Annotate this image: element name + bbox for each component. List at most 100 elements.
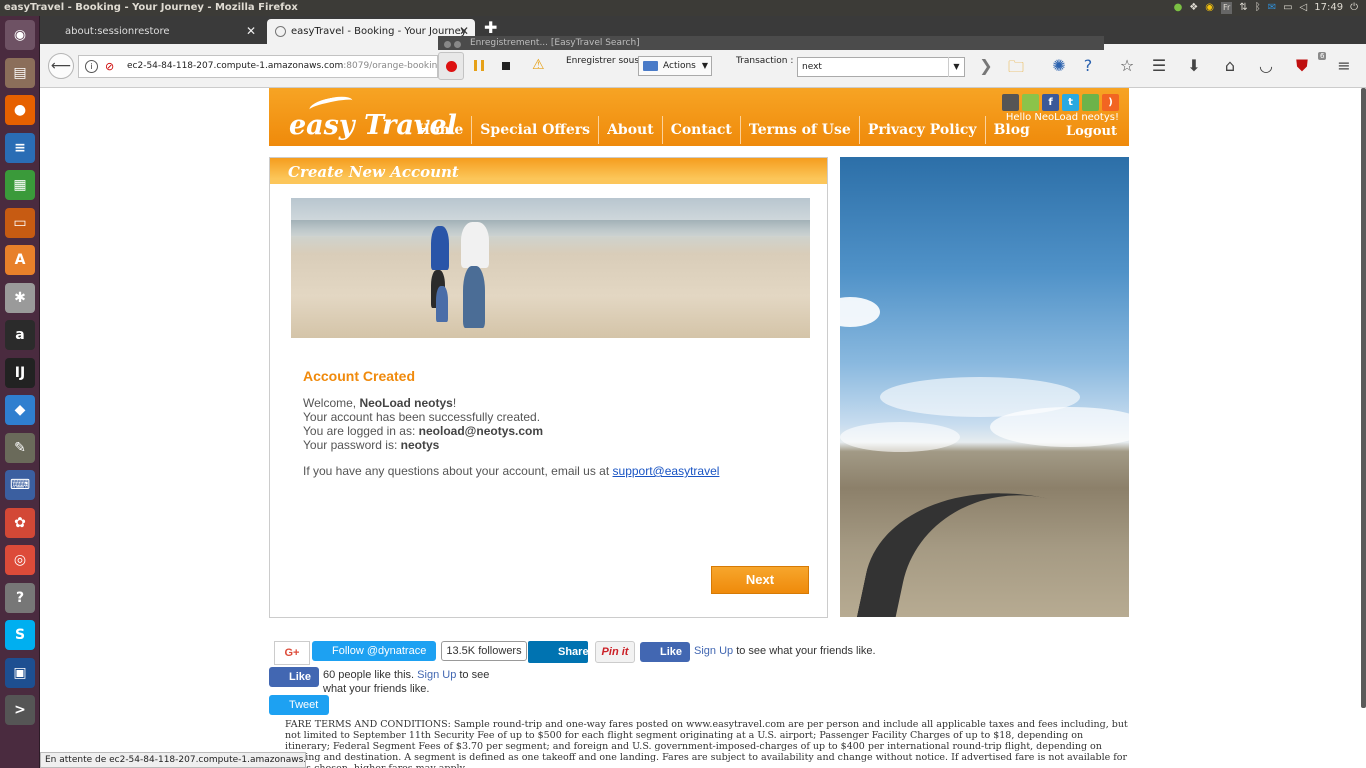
ublock-icon[interactable]: ⛊ [1292, 56, 1312, 76]
facebook-signup-link[interactable]: Sign Up [694, 645, 733, 657]
facebook-icon[interactable]: f [1042, 94, 1059, 111]
tweet-button[interactable]: Tweet [269, 695, 329, 715]
stop-button[interactable] [502, 62, 510, 70]
network-icon[interactable]: ⇅ [1239, 0, 1247, 16]
nav-privacy[interactable]: Privacy Policy [860, 116, 986, 144]
created-text: Your account has been successfully creat… [303, 410, 541, 424]
terminal-icon[interactable]: > [5, 695, 35, 725]
warning-icon[interactable]: ⚠ [532, 57, 545, 73]
picasa-icon[interactable]: ✿ [5, 507, 35, 538]
next-transaction-icon[interactable]: ❯ [976, 56, 996, 75]
menu-icon[interactable]: ≡ [1334, 56, 1354, 75]
close-icon[interactable]: ✕ [246, 19, 256, 44]
web-page: easy Travel Home Special Offers About Co… [40, 88, 1361, 768]
insecure-lock-icon[interactable]: ⊘ [105, 60, 114, 73]
main-nav: Home Special Offers About Contact Terms … [409, 116, 1038, 144]
back-button[interactable]: ⟵ [48, 53, 74, 79]
friends-like-text: what your friends like. [323, 683, 430, 695]
nav-home[interactable]: Home [409, 116, 473, 144]
volume-icon[interactable]: ◁ [1300, 0, 1308, 16]
nav-special-offers[interactable]: Special Offers [472, 116, 600, 144]
home-icon[interactable]: ⌂ [1220, 56, 1240, 75]
skype-icon[interactable]: S [5, 620, 35, 650]
help-icon[interactable]: ? [1078, 56, 1098, 75]
tab-session-restore[interactable]: about:sessionrestore ✕ [40, 19, 262, 44]
neoload-icon[interactable]: ✺ [1049, 56, 1069, 75]
info-icon[interactable]: i [85, 60, 98, 73]
loading-icon [275, 26, 286, 37]
download-icon[interactable]: ⬇ [1184, 56, 1204, 75]
facebook-signup-link-2[interactable]: Sign Up [417, 669, 456, 681]
facebook-like-button[interactable]: Like [640, 642, 690, 662]
chrome-tray-icon[interactable]: ◉ [1205, 0, 1214, 16]
pinterest-button[interactable]: Pin it [595, 641, 635, 663]
share-icon[interactable] [1082, 94, 1099, 111]
actions-select[interactable]: Actions ▼ [638, 56, 712, 76]
battery-icon[interactable]: ▭ [1283, 0, 1292, 16]
new-tab-icon[interactable]: ✚ [484, 18, 497, 37]
share-label: Share [558, 646, 589, 658]
remote-desktop-icon[interactable]: ⌨ [5, 470, 35, 500]
window-controls[interactable] [444, 39, 464, 53]
account-details: Welcome, NeoLoad neotys! Your account ha… [303, 396, 719, 478]
next-button[interactable]: Next [711, 566, 809, 594]
twitter-icon[interactable]: t [1062, 94, 1079, 111]
beach-family-image [291, 198, 810, 338]
page-scrollbar[interactable] [1361, 88, 1366, 708]
dropbox-icon[interactable]: ◆ [5, 395, 35, 425]
logout-link[interactable]: Logout [1066, 124, 1117, 139]
url-host: ec2-54-84-118-207.compute-1.amazonaws.co… [127, 61, 344, 71]
save-as-label: Enregistrer sous : [566, 56, 645, 66]
software-center-icon[interactable]: A [5, 245, 35, 275]
nav-terms[interactable]: Terms of Use [741, 116, 860, 144]
window-title: easyTravel - Booking - Your Journey - Mo… [4, 2, 298, 13]
calc-icon[interactable]: ▦ [5, 170, 35, 200]
settings-icon[interactable]: ✱ [5, 282, 35, 313]
pause-button[interactable] [474, 60, 484, 71]
mail-icon[interactable]: ✉ [1268, 0, 1276, 16]
rss-icon[interactable]: ) [1102, 94, 1119, 111]
firefox-icon[interactable]: ● [5, 95, 35, 125]
virtualbox-icon[interactable]: ▣ [5, 657, 35, 688]
transaction-value: next [802, 62, 822, 72]
fare-terms: FARE TERMS AND CONDITIONS: Sample round-… [285, 719, 1128, 768]
clock[interactable]: 17:49 [1314, 0, 1343, 16]
transaction-field[interactable]: next ▼ [797, 57, 965, 77]
folder-open-icon[interactable]: 🗀 [1006, 56, 1026, 83]
apple-icon[interactable] [1002, 94, 1019, 111]
google-plus-button[interactable]: G+ [274, 641, 310, 665]
facebook-like-button-2[interactable]: Like [269, 667, 319, 687]
intellij-icon[interactable]: IJ [5, 357, 35, 388]
chevron-down-icon: ▼ [701, 61, 708, 70]
bluetooth-icon[interactable]: ᛒ [1255, 0, 1261, 16]
bookmark-star-icon[interactable]: ☆ [1117, 56, 1137, 75]
pocket-icon[interactable]: ◡ [1256, 56, 1276, 75]
dropbox-tray-icon[interactable]: ❖ [1189, 0, 1198, 16]
help-icon[interactable]: ? [5, 582, 35, 613]
android-icon[interactable] [1022, 94, 1039, 111]
amazon-icon[interactable]: a [5, 320, 35, 350]
twitter-follow-button[interactable]: Follow @dynatrace [312, 641, 436, 661]
account-panel: Create New Account Account Created Welco… [269, 157, 828, 618]
nav-about[interactable]: About [599, 116, 663, 144]
update-icon[interactable]: ● [1174, 0, 1183, 16]
panel-title: Create New Account [288, 163, 459, 181]
impress-icon[interactable]: ▭ [5, 207, 35, 238]
record-button[interactable] [438, 52, 464, 80]
files-icon[interactable]: ▤ [5, 57, 35, 88]
reader-list-icon[interactable]: ☰ [1149, 56, 1169, 75]
dash-icon[interactable]: ◉ [5, 20, 35, 50]
support-email-link[interactable]: support@easytravel [613, 464, 720, 478]
linkedin-share-button[interactable]: Share [528, 641, 589, 663]
keyboard-layout[interactable]: Fr [1221, 2, 1233, 14]
panel-header: Create New Account [270, 158, 827, 184]
chrome-icon[interactable]: ◎ [5, 545, 35, 575]
gimp-icon[interactable]: ✎ [5, 432, 35, 463]
friends-text: to see what your friends like. [733, 645, 876, 657]
record-icon [446, 61, 457, 72]
writer-icon[interactable]: ≡ [5, 132, 35, 163]
url-bar[interactable]: i ⊘ ec2-54-84-118-207.compute-1.amazonaw… [78, 55, 438, 78]
chevron-down-icon[interactable]: ▼ [948, 57, 964, 77]
power-icon[interactable]: ⏻ [1350, 0, 1358, 16]
nav-contact[interactable]: Contact [663, 116, 741, 144]
